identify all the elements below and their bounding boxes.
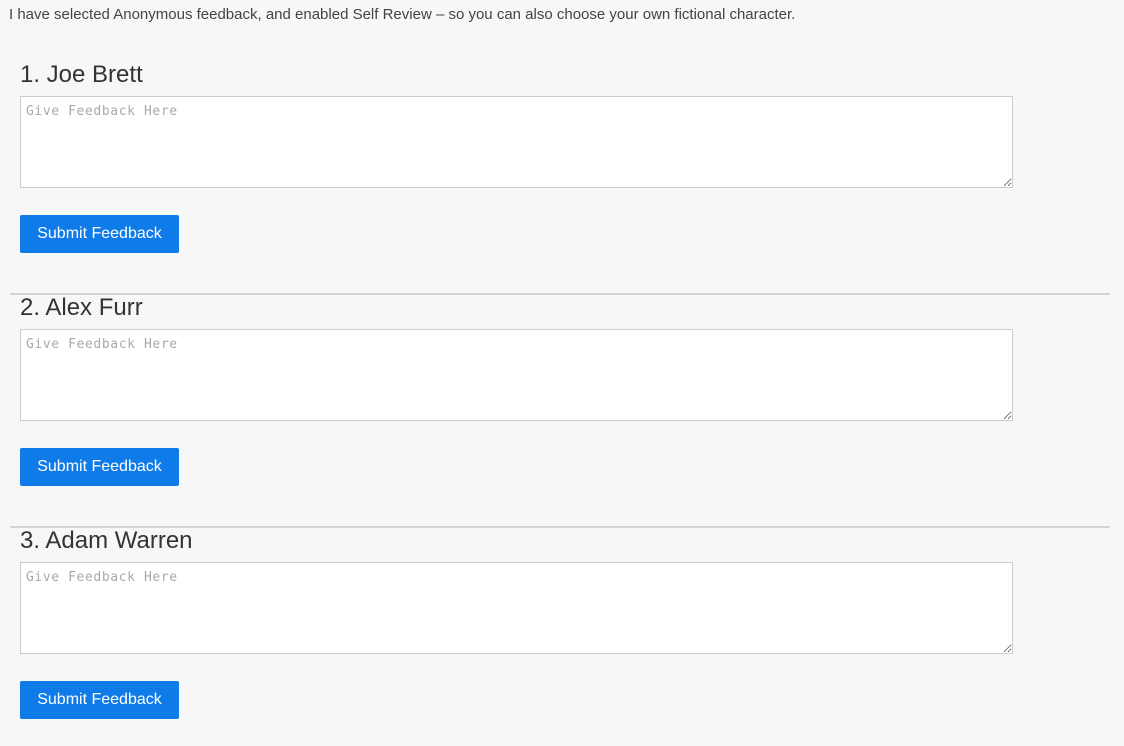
feedback-section-3: 3. Adam Warren Submit Feedback <box>10 526 1110 746</box>
person-name: 3. Adam Warren <box>20 527 193 554</box>
submit-feedback-button[interactable]: Submit Feedback <box>20 215 179 253</box>
submit-feedback-button[interactable]: Submit Feedback <box>20 448 179 486</box>
feedback-textarea[interactable] <box>20 329 1013 421</box>
feedback-page: I have selected Anonymous feedback, and … <box>0 0 1124 746</box>
person-name: 1. Joe Brett <box>20 61 143 88</box>
feedback-textarea[interactable] <box>20 96 1013 188</box>
feedback-section-1: 1. Joe Brett Submit Feedback <box>10 60 1110 295</box>
intro-text: I have selected Anonymous feedback, and … <box>9 6 796 23</box>
person-name: 2. Alex Furr <box>20 294 143 321</box>
feedback-textarea[interactable] <box>20 562 1013 654</box>
feedback-section-2: 2. Alex Furr Submit Feedback <box>10 293 1110 528</box>
submit-feedback-button[interactable]: Submit Feedback <box>20 681 179 719</box>
